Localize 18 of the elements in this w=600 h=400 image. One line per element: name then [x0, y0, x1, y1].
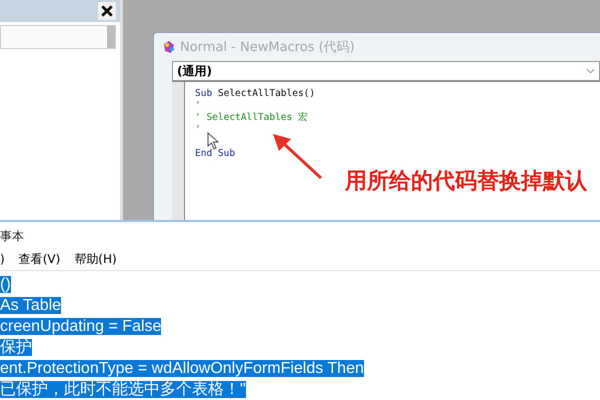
object-dropdown[interactable]: (通用) [172, 61, 600, 81]
code-line: ' [195, 100, 202, 112]
code-line: ' SelectAllTables 宏 [195, 112, 309, 124]
dropdown-field[interactable] [0, 25, 116, 49]
window-title: Normal - NewMacros (代码) [180, 39, 355, 56]
close-icon[interactable] [98, 2, 116, 20]
annotation-text: 用所给的代码替换掉默认 [345, 168, 587, 196]
code-line: Sub SelectAllTables() [195, 88, 316, 100]
code-line: ' [195, 124, 202, 136]
code-line: End Sub [195, 148, 236, 160]
menu-item[interactable]: ) [0, 252, 5, 266]
arrow-icon [271, 132, 323, 180]
mouse-pointer-icon [207, 132, 219, 150]
window-title: 事本 [0, 228, 24, 244]
menu-item[interactable]: 帮助(H) [74, 250, 117, 268]
menu-item[interactable]: 查看(V) [18, 250, 60, 268]
chevron-icon [586, 68, 595, 74]
app-icon [162, 40, 176, 54]
